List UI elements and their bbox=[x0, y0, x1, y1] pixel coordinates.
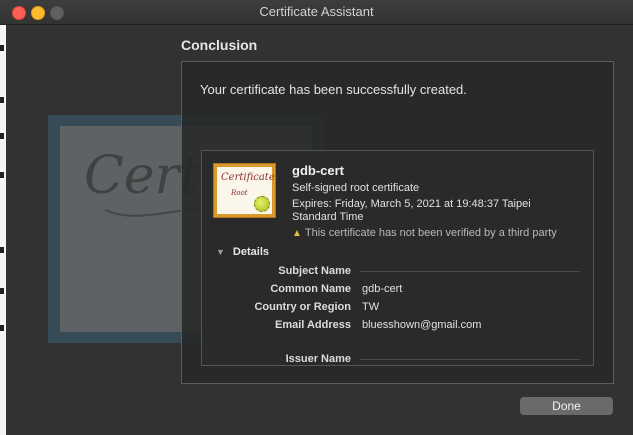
field-value: bluesshown@gmail.com bbox=[362, 319, 482, 331]
field-label: Common Name bbox=[270, 283, 351, 295]
window-title: Certificate Assistant bbox=[259, 4, 374, 19]
details-disclosure[interactable]: ▼ Details bbox=[216, 246, 269, 258]
certificate-warning: ▲ This certificate has not been verified … bbox=[292, 227, 557, 239]
page-title: Conclusion bbox=[181, 37, 258, 53]
background-window-edge bbox=[0, 25, 6, 435]
certificate-name: gdb-cert bbox=[292, 163, 344, 178]
field-value: gdb-cert bbox=[362, 283, 403, 295]
title-bar: Certificate Assistant bbox=[0, 0, 633, 25]
details-label: Details bbox=[232, 246, 269, 258]
certificate-expiry: Expires: Friday, March 5, 2021 at 19:48:… bbox=[292, 198, 531, 210]
certificate-icon-sub: Root bbox=[231, 189, 248, 197]
issuer-name-heading: Issuer Name bbox=[285, 353, 351, 365]
disclosure-triangle-icon[interactable]: ▼ bbox=[216, 247, 225, 257]
seal-icon bbox=[254, 196, 270, 212]
subject-name-heading: Subject Name bbox=[278, 265, 351, 277]
warning-icon: ▲ bbox=[292, 228, 302, 239]
field-value: TW bbox=[362, 301, 380, 313]
certificate-type: Self-signed root certificate bbox=[292, 182, 420, 194]
done-button[interactable]: Done bbox=[520, 397, 613, 415]
issuer-divider bbox=[360, 359, 580, 360]
field-label: Country or Region bbox=[254, 301, 351, 313]
certificate-warning-text: This certificate has not been verified b… bbox=[304, 227, 557, 239]
certificate-assistant-window: Certificate Assistant Certif Conclusion … bbox=[0, 0, 633, 435]
success-message: Your certificate has been successfully c… bbox=[200, 82, 467, 97]
subject-divider bbox=[360, 271, 580, 272]
field-label: Email Address bbox=[274, 319, 351, 331]
certificate-icon-word: Certificate bbox=[221, 172, 275, 183]
certificate-icon: Certificate Root bbox=[213, 163, 276, 218]
certificate-expiry-continued: Standard Time bbox=[292, 211, 364, 223]
